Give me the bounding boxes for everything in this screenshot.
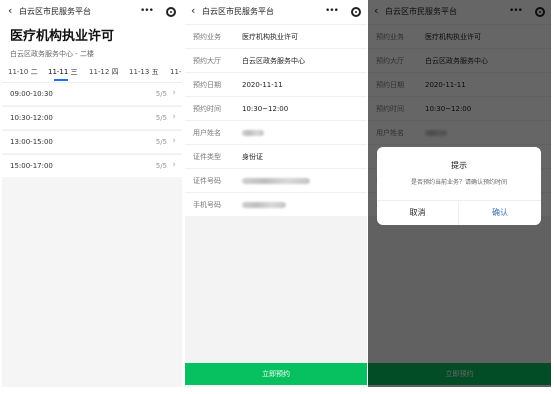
close-icon[interactable] bbox=[351, 7, 361, 17]
nav-title: 白云区市民服务平台 bbox=[19, 7, 91, 16]
chevron-right-icon: › bbox=[172, 160, 176, 170]
time-slot-row[interactable]: 10:30-12:00 5/5 › bbox=[2, 106, 182, 129]
slot-count: 5/5 bbox=[155, 138, 167, 146]
form-row-hall: 预约大厅 白云区政务服务中心 bbox=[185, 48, 367, 72]
booking-confirm-screen: ‹ 白云区市民服务平台 ••• 预约业务 医疗机构执业许可 预约大厅 白云区政务… bbox=[185, 0, 367, 387]
page-title: 医疗机构执业许可 bbox=[10, 29, 115, 44]
form-row-id-type: 证件类型 身份证 bbox=[185, 144, 367, 168]
active-tab-indicator bbox=[54, 79, 68, 81]
form-row-id-number: 证件号码 bbox=[185, 168, 367, 192]
time-slot-row[interactable]: 09:00-10:30 5/5 › bbox=[2, 82, 182, 105]
form-row-phone: 手机号码 bbox=[185, 192, 367, 216]
slot-count: 5/5 bbox=[155, 162, 167, 170]
confirm-dialog: 提示 是否预约当前业务？请确认预约时间 取消 确认 bbox=[377, 147, 541, 225]
slot-time: 13:00-15:00 bbox=[10, 138, 53, 146]
mini-program-capsule: ••• bbox=[134, 3, 180, 20]
chevron-right-icon: › bbox=[172, 136, 176, 146]
form-label: 预约大厅 bbox=[193, 57, 221, 65]
form-value: 10:30~12:00 bbox=[242, 105, 289, 113]
slot-time: 15:00-17:00 bbox=[10, 162, 53, 170]
form-value: 白云区政务服务中心 bbox=[242, 57, 305, 65]
dialog-title: 提示 bbox=[451, 161, 467, 170]
book-now-button[interactable]: 立即预约 bbox=[185, 363, 367, 385]
date-tab[interactable]: 11-10 二 bbox=[8, 67, 38, 77]
date-tab[interactable]: 11-1( bbox=[170, 67, 182, 77]
form-label: 证件号码 bbox=[193, 177, 221, 185]
redacted-name bbox=[242, 130, 264, 136]
form-value: 身份证 bbox=[242, 153, 263, 161]
chevron-right-icon: › bbox=[172, 112, 176, 122]
close-icon[interactable] bbox=[166, 7, 176, 17]
redacted-phone bbox=[242, 202, 286, 208]
booking-form: 预约业务 医疗机构执业许可 预约大厅 白云区政务服务中心 预约日期 2020-1… bbox=[185, 24, 367, 216]
redacted-id-number bbox=[242, 178, 310, 184]
navbar: ‹ 白云区市民服务平台 ••• bbox=[2, 0, 182, 24]
form-label: 证件类型 bbox=[193, 153, 221, 161]
confirm-dialog-screen: ‹ 白云区市民服务平台 ••• 预约业务 医疗机构执业许可 预约大厅 白云区政务… bbox=[368, 0, 551, 387]
hall-subtitle: 白云区政务服务中心 - 二楼 bbox=[10, 50, 94, 58]
slot-time: 09:00-10:30 bbox=[10, 90, 53, 98]
date-tab[interactable]: 11-12 四 bbox=[89, 67, 119, 77]
time-slot-row[interactable]: 15:00-17:00 5/5 › bbox=[2, 154, 182, 177]
date-tabs: 11-10 二 11-11 三 11-12 四 11-13 五 11-1( bbox=[2, 65, 182, 82]
time-slot-list: 09:00-10:30 5/5 › 10:30-12:00 5/5 › 13:0… bbox=[2, 82, 182, 177]
more-icon[interactable]: ••• bbox=[325, 3, 339, 19]
nav-title: 白云区市民服务平台 bbox=[202, 7, 274, 16]
mini-program-capsule: ••• bbox=[319, 3, 365, 20]
form-label: 预约日期 bbox=[193, 81, 221, 89]
slot-time: 10:30-12:00 bbox=[10, 114, 53, 122]
form-row-time: 预约时间 10:30~12:00 bbox=[185, 96, 367, 120]
form-value: 2020-11-11 bbox=[242, 81, 283, 89]
form-row-date: 预约日期 2020-11-11 bbox=[185, 72, 367, 96]
dialog-actions: 取消 确认 bbox=[377, 200, 541, 225]
cancel-button[interactable]: 取消 bbox=[377, 201, 459, 225]
slot-count: 5/5 bbox=[155, 90, 167, 98]
form-label: 预约业务 bbox=[193, 33, 221, 41]
date-tab[interactable]: 11-13 五 bbox=[129, 67, 159, 77]
form-row-service: 预约业务 医疗机构执业许可 bbox=[185, 24, 367, 48]
form-label: 手机号码 bbox=[193, 201, 221, 209]
form-label: 用户姓名 bbox=[193, 129, 221, 137]
dialog-message: 是否预约当前业务？请确认预约时间 bbox=[410, 179, 507, 186]
back-icon[interactable]: ‹ bbox=[191, 4, 195, 18]
service-header: 医疗机构执业许可 白云区政务服务中心 - 二楼 11-10 二 11-11 三 … bbox=[2, 24, 182, 82]
chevron-right-icon: › bbox=[172, 88, 176, 98]
time-slot-row[interactable]: 13:00-15:00 5/5 › bbox=[2, 130, 182, 153]
form-label: 预约时间 bbox=[193, 105, 221, 113]
slot-count: 5/5 bbox=[155, 114, 167, 122]
date-tab-active[interactable]: 11-11 三 bbox=[48, 67, 78, 77]
back-icon[interactable]: ‹ bbox=[8, 4, 12, 18]
more-icon[interactable]: ••• bbox=[140, 3, 154, 19]
form-row-name: 用户姓名 bbox=[185, 120, 367, 144]
navbar: ‹ 白云区市民服务平台 ••• bbox=[185, 0, 367, 24]
confirm-button[interactable]: 确认 bbox=[459, 201, 541, 225]
form-value: 医疗机构执业许可 bbox=[242, 33, 298, 41]
slot-selection-screen: ‹ 白云区市民服务平台 ••• 医疗机构执业许可 白云区政务服务中心 - 二楼 … bbox=[2, 0, 182, 387]
